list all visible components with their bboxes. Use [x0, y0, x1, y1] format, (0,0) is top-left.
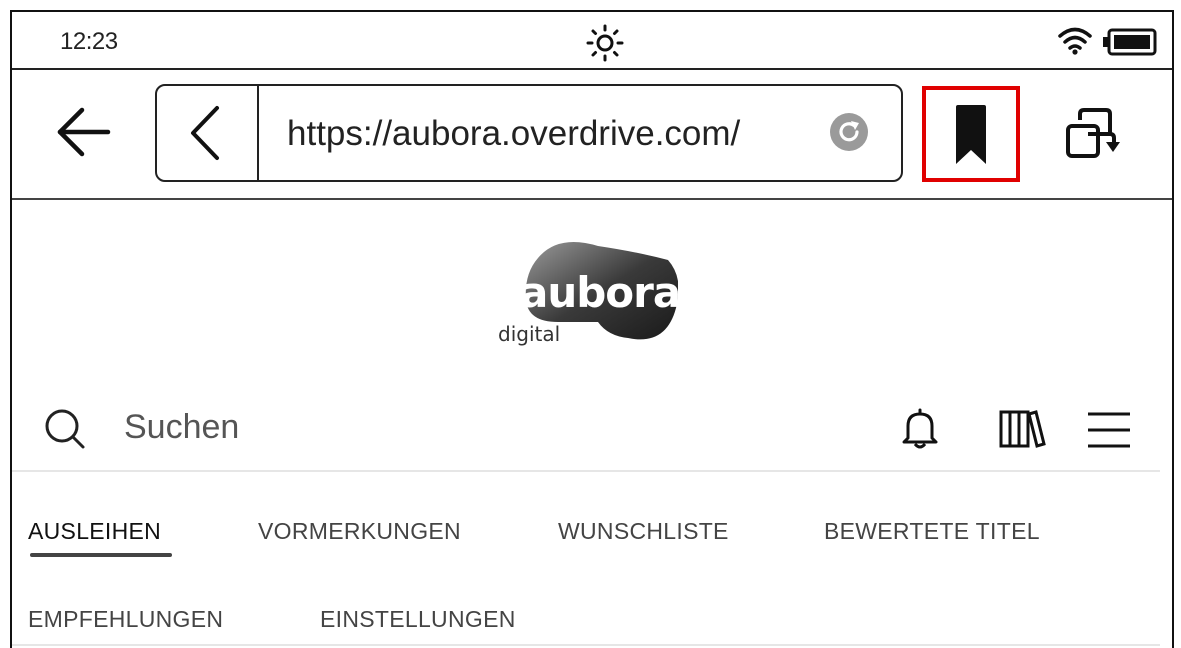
- logo-subtitle: digital: [498, 322, 561, 346]
- battery-icon[interactable]: [1102, 28, 1158, 56]
- divider: [12, 644, 1160, 646]
- tab-bewertete-titel[interactable]: BEWERTETE TITEL: [824, 518, 1040, 545]
- back-arrow-icon[interactable]: [54, 106, 112, 158]
- bookmark-button[interactable]: [922, 86, 1020, 182]
- tab-vormerkungen[interactable]: VORMERKUNGEN: [258, 518, 461, 545]
- active-tab-indicator: [30, 553, 172, 557]
- rotate-screen-icon[interactable]: [1060, 106, 1120, 162]
- reload-icon[interactable]: [829, 112, 869, 152]
- tab-empfehlungen[interactable]: EMPFEHLUNGEN: [28, 606, 223, 633]
- brightness-icon[interactable]: [586, 24, 624, 62]
- url-back-button[interactable]: [157, 86, 259, 180]
- tab-wunschliste[interactable]: WUNSCHLISTE: [558, 518, 729, 545]
- logo-wordmark: aubora: [520, 268, 681, 317]
- url-text[interactable]: https://aubora.overdrive.com/: [287, 114, 817, 154]
- site-header: [12, 392, 1160, 472]
- bell-icon[interactable]: [900, 408, 940, 450]
- tab-ausleihen[interactable]: AUSLEIHEN: [28, 518, 161, 545]
- url-bar[interactable]: https://aubora.overdrive.com/: [155, 84, 903, 182]
- browser-toolbar: https://aubora.overdrive.com/: [12, 70, 1172, 200]
- library-logo[interactable]: aubora digital: [498, 238, 681, 356]
- status-bar: 12:23: [12, 12, 1172, 70]
- menu-icon[interactable]: [1086, 410, 1132, 450]
- search-input[interactable]: [122, 402, 726, 452]
- bookmark-icon: [956, 105, 986, 164]
- wifi-icon[interactable]: [1058, 26, 1092, 56]
- library-icon[interactable]: [998, 408, 1046, 450]
- chevron-left-icon: [191, 106, 219, 160]
- search-icon[interactable]: [42, 406, 86, 450]
- clock: 12:23: [60, 28, 118, 55]
- device-screen: 12:23 https://aubora.overdrive.com/ aubo…: [10, 10, 1174, 648]
- tab-einstellungen[interactable]: EINSTELLUNGEN: [320, 606, 516, 633]
